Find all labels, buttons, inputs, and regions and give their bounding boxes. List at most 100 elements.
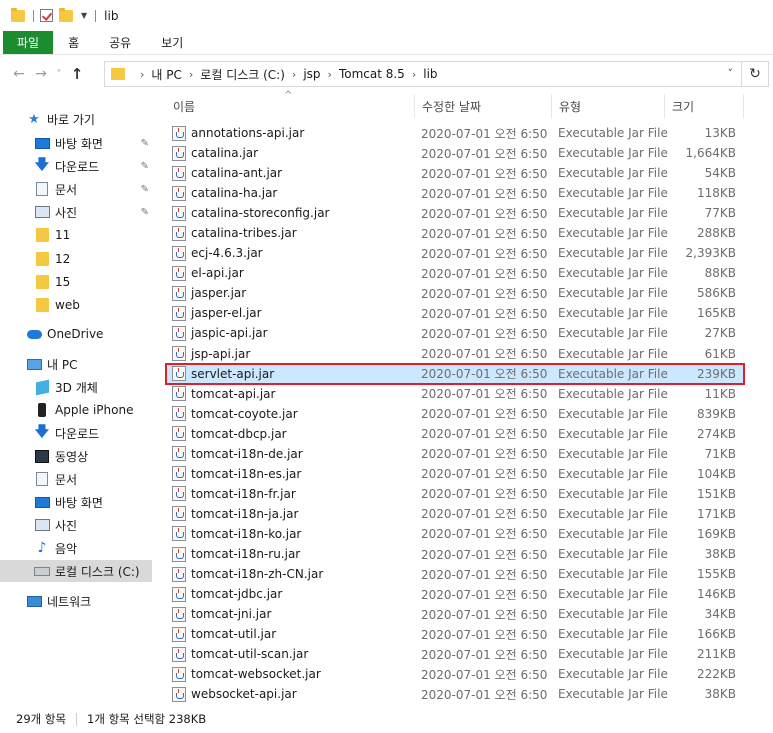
sidebar-item[interactable]: web — [0, 294, 152, 316]
file-row[interactable]: tomcat-i18n-fr.jar 2020-07-01 오전 6:50 Exec… — [166, 484, 744, 504]
sidebar-onedrive[interactable]: OneDrive — [0, 323, 152, 345]
file-row[interactable]: catalina.jar 2020-07-01 오전 6:50 Executable… — [166, 143, 744, 163]
column-header-name[interactable]: 이름 ^ — [166, 90, 415, 118]
file-row[interactable]: tomcat-i18n-de.jar 2020-07-01 오전 6:50 Exec… — [166, 444, 744, 464]
jar-file-icon — [172, 466, 186, 482]
sidebar-item[interactable]: 바탕 화면 — [0, 491, 152, 513]
sidebar-item[interactable]: 문서 — [0, 468, 152, 490]
file-row[interactable]: tomcat-util.jar 2020-07-01 오전 6:50 Executa… — [166, 624, 744, 644]
file-row[interactable]: jaspic-api.jar 2020-07-01 오전 6:50 Executab… — [166, 323, 744, 343]
column-header-label: 유형 — [559, 99, 582, 114]
chevron-down-icon[interactable]: ˅ — [728, 67, 734, 80]
file-name-cell: tomcat-util-scan.jar — [166, 646, 415, 662]
sidebar-item[interactable]: 15 — [0, 271, 152, 293]
file-row[interactable]: jasper-el.jar 2020-07-01 오전 6:50 Executabl… — [166, 303, 744, 323]
recent-locations-chevron-icon[interactable]: ˅ — [52, 69, 66, 80]
column-header-date[interactable]: 수정한 날짜 — [415, 94, 552, 118]
address-bar[interactable]: › 내 PC › 로컬 디스크 (C:) › jsp › Tomcat 8.5 … — [104, 61, 742, 87]
file-row[interactable]: tomcat-coyote.jar 2020-07-01 오전 6:50 Execu… — [166, 404, 744, 424]
chevron-right-icon[interactable]: › — [328, 68, 332, 81]
star-icon: ★ — [28, 111, 40, 127]
file-type: Executable Jar File — [558, 146, 668, 161]
forward-arrow-icon[interactable]: → — [30, 66, 52, 82]
file-row[interactable]: catalina-ha.jar 2020-07-01 오전 6:50 Executa… — [166, 183, 744, 203]
sort-ascending-icon: ^ — [284, 90, 293, 101]
sidebar-item[interactable]: 12 — [0, 248, 152, 270]
file-row[interactable]: tomcat-websocket.jar 2020-07-01 오전 6:50 Ex… — [166, 664, 744, 684]
sidebar-item[interactable]: ♪ 음악 — [0, 537, 152, 559]
file-row[interactable]: jsp-api.jar 2020-07-01 오전 6:50 Executable … — [166, 344, 744, 364]
sidebar-quick-access[interactable]: ★ 바로 가기 — [0, 108, 152, 130]
file-row[interactable]: tomcat-dbcp.jar 2020-07-01 오전 6:50 Executa… — [166, 424, 744, 444]
chevron-right-icon[interactable]: › — [140, 68, 144, 81]
file-row[interactable]: tomcat-i18n-ja.jar 2020-07-01 오전 6:50 Exec… — [166, 504, 744, 524]
file-size: 586KB — [696, 286, 736, 301]
crumb-lib[interactable]: lib — [423, 67, 437, 81]
sidebar-item[interactable]: 사진 — [0, 514, 152, 536]
file-row[interactable]: tomcat-api.jar 2020-07-01 오전 6:50 Executab… — [166, 384, 744, 404]
file-name: tomcat-dbcp.jar — [191, 426, 287, 441]
up-arrow-icon[interactable]: ↑ — [66, 65, 88, 83]
file-row[interactable]: catalina-ant.jar 2020-07-01 오전 6:50 Execut… — [166, 163, 744, 183]
chevron-right-icon[interactable]: › — [189, 68, 193, 81]
sidebar-item[interactable]: 사진 ✎ — [0, 201, 152, 223]
file-date: 2020-07-01 오전 6:50 — [421, 427, 548, 442]
folder-icon[interactable] — [11, 7, 25, 22]
file-row[interactable]: tomcat-util-scan.jar 2020-07-01 오전 6:50 Ex… — [166, 644, 744, 664]
file-row[interactable]: catalina-tribes.jar 2020-07-01 오전 6:50 Exe… — [166, 223, 744, 243]
chevron-down-icon[interactable]: ▼ — [81, 11, 87, 20]
chevron-right-icon[interactable]: › — [412, 68, 416, 81]
file-name-cell: tomcat-jdbc.jar — [166, 586, 415, 602]
properties-icon[interactable] — [40, 9, 53, 22]
sidebar-item[interactable]: 3D 개체 — [0, 376, 152, 398]
file-row[interactable]: tomcat-i18n-zh-CN.jar 2020-07-01 오전 6:50 E… — [166, 564, 744, 584]
back-arrow-icon[interactable]: ← — [8, 66, 30, 82]
file-row[interactable]: tomcat-i18n-ko.jar 2020-07-01 오전 6:50 Exec… — [166, 524, 744, 544]
sidebar-item[interactable]: 🡇 다운로드 ✎ — [0, 155, 152, 177]
sidebar-item[interactable]: 바탕 화면 ✎ — [0, 132, 152, 154]
tab-home[interactable]: 홈 — [53, 31, 94, 54]
file-row[interactable]: tomcat-i18n-ru.jar 2020-07-01 오전 6:50 Exec… — [166, 544, 744, 564]
file-row[interactable]: tomcat-jdbc.jar 2020-07-01 오전 6:50 Executa… — [166, 584, 744, 604]
crumb-local-disk[interactable]: 로컬 디스크 (C:) — [200, 66, 285, 83]
tab-share[interactable]: 공유 — [94, 31, 146, 54]
column-header-size[interactable]: 크기 — [665, 94, 744, 118]
crumb-jsp[interactable]: jsp — [303, 67, 320, 81]
sidebar-item[interactable]: 11 — [0, 224, 152, 246]
column-header-type[interactable]: 유형 — [552, 94, 665, 118]
file-row[interactable]: tomcat-jni.jar 2020-07-01 오전 6:50 Executab… — [166, 604, 744, 624]
sidebar-item[interactable]: Apple iPhone — [0, 399, 152, 421]
tab-file[interactable]: 파일 — [3, 31, 54, 54]
file-size: 146KB — [696, 587, 736, 602]
sidebar-item-label: 네트워크 — [47, 594, 92, 609]
new-folder-icon[interactable] — [59, 7, 73, 22]
file-name: tomcat-jni.jar — [191, 607, 272, 622]
file-date: 2020-07-01 오전 6:50 — [421, 647, 548, 662]
sidebar-this-pc[interactable]: 내 PC — [0, 353, 152, 375]
sidebar-item[interactable]: 문서 ✎ — [0, 178, 152, 200]
file-row[interactable]: websocket-api.jar 2020-07-01 오전 6:50 Execu… — [166, 684, 744, 704]
file-name-cell: catalina-ant.jar — [166, 165, 415, 181]
sidebar-item[interactable]: 로컬 디스크 (C:) — [0, 560, 152, 582]
file-name-cell: tomcat-jni.jar — [166, 606, 415, 622]
file-row[interactable]: catalina-storeconfig.jar 2020-07-01 오전 6:… — [166, 203, 744, 223]
crumb-this-pc[interactable]: 내 PC — [151, 66, 181, 83]
jar-file-icon — [172, 366, 186, 382]
desktop-icon — [34, 495, 50, 509]
sidebar-item[interactable]: 동영상 — [0, 445, 152, 467]
file-row[interactable]: tomcat-i18n-es.jar 2020-07-01 오전 6:50 Exec… — [166, 464, 744, 484]
refresh-icon[interactable]: ↻ — [742, 61, 769, 87]
file-row[interactable]: ecj-4.6.3.jar 2020-07-01 오전 6:50 Executabl… — [166, 243, 744, 263]
file-size: 34KB — [704, 607, 736, 622]
file-row[interactable]: el-api.jar 2020-07-01 오전 6:50 Executable J… — [166, 263, 744, 283]
sidebar-item[interactable]: 🡇 다운로드 — [0, 422, 152, 444]
sidebar-item-label: 11 — [55, 228, 71, 243]
tab-view[interactable]: 보기 — [146, 31, 198, 54]
file-row[interactable]: annotations-api.jar 2020-07-01 오전 6:50 Exe… — [166, 123, 744, 143]
file-row[interactable]: jasper.jar 2020-07-01 오전 6:50 Executable J… — [166, 283, 744, 303]
crumb-tomcat[interactable]: Tomcat 8.5 — [339, 67, 405, 81]
chevron-right-icon[interactable]: › — [292, 68, 296, 81]
file-row[interactable]: servlet-api.jar 2020-07-01 오전 6:50 Executa… — [165, 362, 745, 385]
sidebar-network[interactable]: 네트워크 — [0, 590, 152, 612]
pin-icon: ✎ — [140, 160, 149, 172]
